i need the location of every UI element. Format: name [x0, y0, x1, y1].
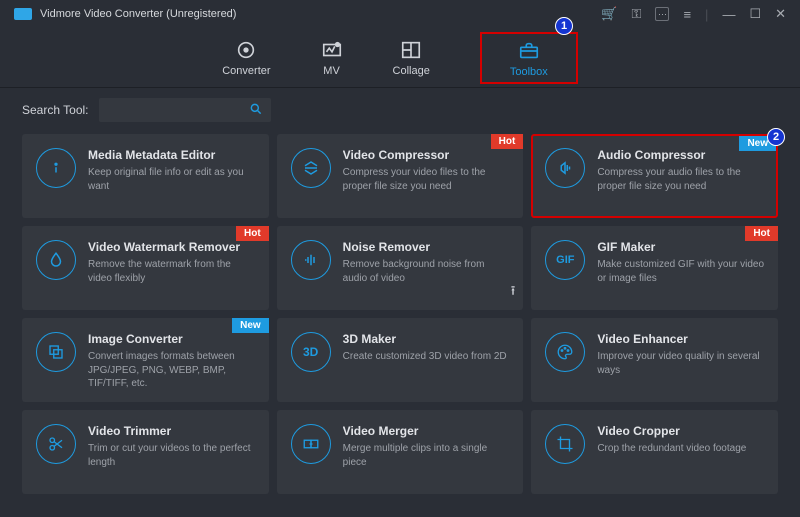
card-image-converter[interactable]: New Image Converter Convert images forma…: [22, 318, 269, 402]
annotation-2: 2: [767, 128, 785, 146]
card-video-cropper[interactable]: Video Cropper Crop the redundant video f…: [531, 410, 778, 494]
card-desc: Make customized GIF with your video or i…: [597, 258, 766, 285]
cart-icon[interactable]: 🛒: [601, 6, 617, 22]
tab-collage-label: Collage: [393, 65, 430, 77]
app-title: Vidmore Video Converter (Unregistered): [40, 8, 236, 20]
badge-hot: Hot: [491, 134, 524, 149]
compress-icon: [291, 148, 331, 188]
search-icon[interactable]: [249, 102, 263, 119]
card-title: Video Cropper: [597, 424, 766, 438]
tab-mv[interactable]: MV: [321, 39, 343, 77]
waveform-icon: [291, 240, 331, 280]
card-title: Noise Remover: [343, 240, 512, 254]
tab-collage[interactable]: Collage: [393, 39, 430, 77]
card-title: GIF Maker: [597, 240, 766, 254]
palette-icon: [545, 332, 585, 372]
badge-hot: Hot: [745, 226, 778, 241]
card-title: Video Enhancer: [597, 332, 766, 346]
card-desc: Remove background noise from audio of vi…: [343, 258, 512, 285]
annotation-1: 1: [555, 17, 573, 35]
card-desc: Convert images formats between JPG/JPEG,…: [88, 350, 257, 388]
search-row: Search Tool:: [0, 88, 800, 134]
card-title: Video Watermark Remover: [88, 240, 257, 254]
tab-mv-label: MV: [323, 65, 340, 77]
card-title: Media Metadata Editor: [88, 148, 257, 162]
tab-toolbox[interactable]: Toolbox: [480, 32, 578, 84]
main-tabs: Converter MV Collage Toolbox: [0, 28, 800, 88]
card-audio-compressor[interactable]: New Audio Compressor Compress your audio…: [531, 134, 778, 218]
card-desc: Compress your audio files to the proper …: [597, 166, 766, 193]
titlebar: Vidmore Video Converter (Unregistered) 🛒…: [0, 0, 800, 28]
tab-converter-label: Converter: [222, 65, 270, 77]
close-icon[interactable]: ✕: [775, 6, 786, 22]
card-desc: Keep original file info or edit as you w…: [88, 166, 257, 193]
card-desc: Compress your video files to the proper …: [343, 166, 512, 193]
search-input[interactable]: [107, 104, 249, 116]
info-icon: [36, 148, 76, 188]
merge-icon: [291, 424, 331, 464]
search-box[interactable]: [99, 98, 271, 122]
3d-icon: 3D: [291, 332, 331, 372]
card-title: 3D Maker: [343, 332, 512, 346]
window-controls: 🛒 ⚿ ⋯ ≡ | — ☐ ✕: [601, 6, 786, 22]
app-logo-icon: [14, 8, 32, 20]
card-desc: Merge multiple clips into a single piece: [343, 442, 512, 469]
card-video-merger[interactable]: Video Merger Merge multiple clips into a…: [277, 410, 524, 494]
card-video-trimmer[interactable]: Video Trimmer Trim or cut your videos to…: [22, 410, 269, 494]
maximize-icon[interactable]: ☐: [749, 6, 761, 22]
card-media-metadata-editor[interactable]: Media Metadata Editor Keep original file…: [22, 134, 269, 218]
tab-converter[interactable]: Converter: [222, 39, 270, 77]
card-title: Video Trimmer: [88, 424, 257, 438]
card-desc: Improve your video quality in several wa…: [597, 350, 766, 377]
card-title: Video Compressor: [343, 148, 512, 162]
card-video-compressor[interactable]: Hot Video Compressor Compress your video…: [277, 134, 524, 218]
audio-compress-icon: [545, 148, 585, 188]
card-desc: Crop the redundant video footage: [597, 442, 766, 456]
badge-new: New: [232, 318, 269, 333]
card-title: Video Merger: [343, 424, 512, 438]
waterdrop-icon: [36, 240, 76, 280]
card-desc: Remove the watermark from the video flex…: [88, 258, 257, 285]
scissors-icon: [36, 424, 76, 464]
card-video-enhancer[interactable]: Video Enhancer Improve your video qualit…: [531, 318, 778, 402]
card-title: Image Converter: [88, 332, 257, 346]
minimize-icon[interactable]: —: [722, 7, 735, 22]
card-gif-maker[interactable]: Hot GIF GIF Maker Make customized GIF wi…: [531, 226, 778, 310]
card-noise-remover[interactable]: Noise Remover Remove background noise fr…: [277, 226, 524, 310]
card-3d-maker[interactable]: 3D 3D Maker Create customized 3D video f…: [277, 318, 524, 402]
tools-grid: Media Metadata Editor Keep original file…: [0, 134, 800, 514]
menu-icon[interactable]: ≡: [683, 7, 691, 22]
key-icon[interactable]: ⚿: [632, 6, 642, 22]
search-label: Search Tool:: [22, 103, 89, 117]
gif-icon: GIF: [545, 240, 585, 280]
crop-icon: [545, 424, 585, 464]
card-desc: Create customized 3D video from 2D: [343, 350, 512, 364]
card-watermark-remover[interactable]: Hot Video Watermark Remover Remove the w…: [22, 226, 269, 310]
card-desc: Trim or cut your videos to the perfect l…: [88, 442, 257, 469]
feedback-icon[interactable]: ⋯: [655, 7, 669, 21]
scroll-top-icon[interactable]: ⭱: [511, 282, 516, 304]
badge-hot: Hot: [236, 226, 269, 241]
tab-toolbox-label: Toolbox: [510, 66, 548, 78]
image-swap-icon: [36, 332, 76, 372]
